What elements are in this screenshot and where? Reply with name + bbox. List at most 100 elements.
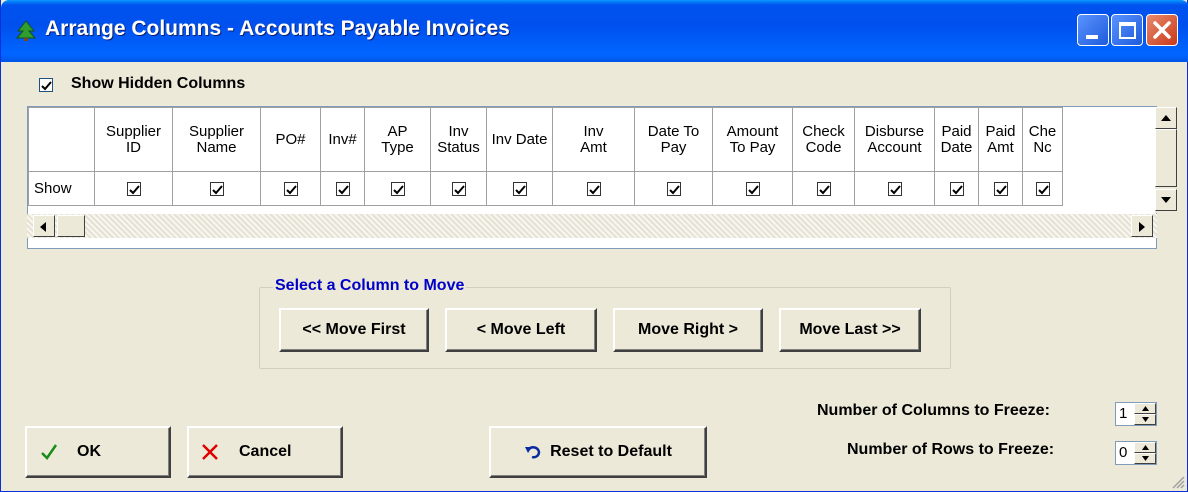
column-header-line1: Supplier [188, 122, 245, 140]
column-header[interactable]: Date To Pay [634, 107, 713, 172]
arrow-right-icon [1139, 222, 1145, 232]
show-column-checkbox[interactable] [666, 181, 681, 196]
show-cell[interactable] [854, 171, 935, 206]
arrow-down-icon [1142, 417, 1149, 422]
move-left-button[interactable]: < Move Left [445, 308, 597, 352]
show-cell[interactable] [260, 171, 321, 206]
freeze-rows-down-button[interactable] [1134, 453, 1156, 464]
freeze-columns-up-button[interactable] [1134, 403, 1156, 414]
show-cell[interactable] [430, 171, 487, 206]
scroll-up-button[interactable] [1155, 107, 1177, 129]
scroll-down-button[interactable] [1155, 189, 1177, 211]
freeze-rows-spinner[interactable]: 0 [1115, 441, 1157, 465]
column-header[interactable]: Paid Amt [978, 107, 1023, 172]
freeze-columns-down-button[interactable] [1134, 414, 1156, 425]
reset-to-default-button[interactable]: Reset to Default [489, 426, 707, 478]
show-cell[interactable] [1022, 171, 1063, 206]
show-column-checkbox[interactable] [390, 181, 405, 196]
show-cell[interactable] [94, 171, 173, 206]
freeze-rows-label: Number of Rows to Freeze: [847, 441, 1055, 458]
freeze-columns-label: Number of Columns to Freeze: [817, 402, 1050, 419]
column-header-line1: Paid [941, 122, 972, 140]
minimize-button[interactable] [1077, 14, 1109, 46]
freeze-columns-value[interactable]: 1 [1119, 405, 1127, 422]
show-cell[interactable] [320, 171, 365, 206]
column-header-line1: Inv [448, 122, 469, 140]
freeze-rows-up-button[interactable] [1134, 442, 1156, 453]
column-header[interactable]: Amount To Pay [712, 107, 793, 172]
show-column-checkbox[interactable] [586, 181, 601, 196]
show-cell[interactable] [934, 171, 979, 206]
move-right-button[interactable]: Move Right > [613, 308, 763, 352]
undo-icon [525, 446, 541, 459]
show-cell[interactable] [486, 171, 553, 206]
arrange-columns-dialog: Arrange Columns - Accounts Payable Invoi… [0, 0, 1188, 492]
scroll-right-button[interactable] [1131, 215, 1153, 237]
show-cell[interactable] [172, 171, 261, 206]
freeze-rows-value[interactable]: 0 [1119, 444, 1127, 461]
column-header-line1: Che [1028, 122, 1057, 140]
show-column-checkbox[interactable] [993, 181, 1008, 196]
vertical-scrollbar[interactable] [1155, 107, 1177, 213]
move-last-button[interactable]: Move Last >> [779, 308, 921, 352]
column-header[interactable]: Supplier Name [172, 107, 261, 172]
show-column-checkbox[interactable] [512, 181, 527, 196]
show-column-checkbox[interactable] [887, 181, 902, 196]
column-header-line2: ID [126, 138, 141, 156]
checkmark-icon [211, 184, 223, 195]
show-cell[interactable] [552, 171, 635, 206]
checkmark-icon [889, 184, 901, 195]
column-header-line1: Inv [583, 122, 604, 140]
horizontal-scroll-thumb[interactable] [57, 215, 85, 237]
show-cell[interactable] [364, 171, 431, 206]
show-cell[interactable] [634, 171, 713, 206]
minimize-icon [1086, 35, 1098, 39]
column-header[interactable]: Inv Status [430, 107, 487, 172]
show-column-checkbox[interactable] [209, 181, 224, 196]
column-header[interactable]: Paid Date [934, 107, 979, 172]
ok-label: OK [77, 443, 101, 460]
horizontal-scrollbar[interactable] [27, 214, 1157, 238]
ok-button[interactable]: OK [25, 426, 171, 478]
column-header[interactable]: AP Type [364, 107, 431, 172]
show-column-checkbox[interactable] [126, 181, 141, 196]
show-column-checkbox[interactable] [949, 181, 964, 196]
column-header[interactable]: Che Nc [1022, 107, 1063, 172]
show-cell[interactable] [712, 171, 793, 206]
show-column-checkbox[interactable] [816, 181, 831, 196]
column-header[interactable]: Inv Date [486, 107, 553, 172]
move-column-legend: Select a Column to Move [273, 277, 467, 295]
show-column-checkbox[interactable] [335, 181, 350, 196]
freeze-columns-spinner[interactable]: 1 [1115, 402, 1157, 426]
show-row-label: Show [28, 171, 95, 206]
column-header[interactable]: Check Code [792, 107, 855, 172]
title-bar[interactable]: Arrange Columns - Accounts Payable Invoi… [1, 0, 1188, 62]
column-header[interactable]: Inv Amt [552, 107, 635, 172]
show-row: Show [28, 171, 1063, 206]
show-column-checkbox[interactable] [283, 181, 298, 196]
show-hidden-columns-checkbox[interactable] [39, 78, 53, 92]
show-column-checkbox[interactable] [451, 181, 466, 196]
maximize-button[interactable] [1111, 14, 1143, 46]
scroll-left-button[interactable] [33, 215, 55, 237]
move-first-button[interactable]: << Move First [279, 308, 429, 352]
close-button[interactable] [1146, 14, 1178, 46]
column-header[interactable]: Inv# [320, 107, 365, 172]
arrow-down-icon [1161, 197, 1171, 203]
column-header-line1: Paid [985, 122, 1016, 140]
show-column-checkbox[interactable] [1035, 181, 1050, 196]
show-cell[interactable] [978, 171, 1023, 206]
column-header-line1: Inv# [328, 130, 357, 148]
vertical-scroll-thumb[interactable] [1155, 129, 1177, 187]
x-icon [202, 444, 218, 460]
show-column-checkbox[interactable] [745, 181, 760, 196]
column-header-line1: Date To [647, 122, 700, 140]
resize-grip-icon[interactable] [1169, 473, 1185, 489]
column-header-line2: Status [437, 138, 480, 156]
column-header[interactable]: Disburse Account [854, 107, 935, 172]
column-header[interactable]: PO# [260, 107, 321, 172]
arrow-down-icon [1142, 456, 1149, 461]
cancel-button[interactable]: Cancel [187, 426, 343, 478]
show-cell[interactable] [792, 171, 855, 206]
column-header[interactable]: Supplier ID [94, 107, 173, 172]
